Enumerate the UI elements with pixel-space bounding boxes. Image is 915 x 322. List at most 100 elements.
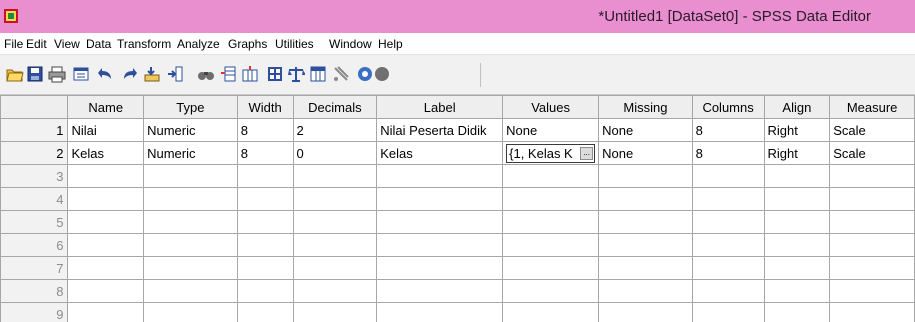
empty-cell[interactable] <box>691 279 765 303</box>
goto-case-icon[interactable] <box>143 65 161 83</box>
empty-cell[interactable] <box>502 187 600 211</box>
empty-cell[interactable] <box>292 302 378 322</box>
empty-cell[interactable] <box>143 302 238 322</box>
column-header-values[interactable]: Values <box>502 95 600 119</box>
empty-cell[interactable] <box>691 210 765 234</box>
cell-name[interactable]: Nilai <box>67 118 145 142</box>
column-header-measure[interactable]: Measure <box>829 95 915 119</box>
empty-cell[interactable] <box>763 164 831 188</box>
cell-decimals[interactable]: 2 <box>292 118 378 142</box>
open-icon[interactable] <box>6 65 24 83</box>
empty-cell[interactable] <box>691 233 765 257</box>
cell-columns[interactable]: 8 <box>691 118 765 142</box>
cell-measure[interactable]: Scale <box>829 141 915 165</box>
empty-cell[interactable] <box>829 233 915 257</box>
empty-cell[interactable] <box>502 233 600 257</box>
empty-cell[interactable] <box>143 210 238 234</box>
menu-transform[interactable]: Transform <box>117 37 171 51</box>
empty-cell[interactable] <box>67 302 145 322</box>
column-header-label[interactable]: Label <box>376 95 504 119</box>
empty-cell[interactable] <box>502 210 600 234</box>
spss-app-icon[interactable] <box>4 9 18 23</box>
empty-cell[interactable] <box>236 256 294 280</box>
empty-cell[interactable] <box>67 210 145 234</box>
empty-cell[interactable] <box>763 210 831 234</box>
show-all-icon[interactable] <box>373 65 391 83</box>
menu-utilities[interactable]: Utilities <box>275 37 314 51</box>
empty-cell[interactable] <box>292 210 378 234</box>
empty-cell[interactable] <box>691 256 765 280</box>
weight-cases-icon[interactable] <box>287 65 305 83</box>
cell-missing[interactable]: None <box>598 141 693 165</box>
empty-cell[interactable] <box>763 279 831 303</box>
empty-cell[interactable] <box>502 302 600 322</box>
column-header-missing[interactable]: Missing <box>598 95 693 119</box>
row-number[interactable]: 9 <box>0 302 69 322</box>
empty-cell[interactable] <box>829 210 915 234</box>
menu-file[interactable]: File <box>4 37 23 51</box>
row-number[interactable]: 8 <box>0 279 69 303</box>
cell-missing[interactable]: None <box>598 118 693 142</box>
empty-cell[interactable] <box>598 256 693 280</box>
empty-cell[interactable] <box>236 164 294 188</box>
row-number[interactable]: 3 <box>0 164 69 188</box>
empty-cell[interactable] <box>502 279 600 303</box>
insert-variable-icon[interactable] <box>241 65 259 83</box>
cell-align[interactable]: Right <box>763 141 831 165</box>
empty-cell[interactable] <box>143 256 238 280</box>
undo-icon[interactable] <box>97 65 115 83</box>
empty-cell[interactable] <box>143 187 238 211</box>
cell-width[interactable]: 8 <box>236 118 294 142</box>
empty-cell[interactable] <box>691 302 765 322</box>
empty-cell[interactable] <box>598 187 693 211</box>
values-edit-box[interactable]: {1, Kelas K ... <box>506 143 596 163</box>
empty-cell[interactable] <box>236 210 294 234</box>
column-header-decimals[interactable]: Decimals <box>292 95 378 119</box>
empty-cell[interactable] <box>376 164 504 188</box>
row-number[interactable]: 2 <box>0 141 69 165</box>
empty-cell[interactable] <box>292 187 378 211</box>
row-number[interactable]: 6 <box>0 233 69 257</box>
save-icon[interactable] <box>26 65 44 83</box>
redo-icon[interactable] <box>120 65 138 83</box>
cell-measure[interactable]: Scale <box>829 118 915 142</box>
empty-cell[interactable] <box>598 302 693 322</box>
empty-cell[interactable] <box>236 279 294 303</box>
empty-cell[interactable] <box>292 256 378 280</box>
find-icon[interactable] <box>197 65 215 83</box>
row-number[interactable]: 7 <box>0 256 69 280</box>
row-number[interactable]: 4 <box>0 187 69 211</box>
dialog-recall-icon[interactable] <box>72 65 90 83</box>
menu-edit[interactable]: Edit <box>26 37 47 51</box>
row-number[interactable]: 1 <box>0 118 69 142</box>
goto-variable-icon[interactable] <box>166 65 184 83</box>
cell-columns[interactable]: 8 <box>691 141 765 165</box>
empty-cell[interactable] <box>829 279 915 303</box>
empty-cell[interactable] <box>292 233 378 257</box>
select-cases-icon[interactable] <box>309 65 327 83</box>
empty-cell[interactable] <box>376 256 504 280</box>
column-header-type[interactable]: Type <box>143 95 238 119</box>
empty-cell[interactable] <box>376 233 504 257</box>
cell-type[interactable]: Numeric <box>143 118 238 142</box>
empty-cell[interactable] <box>67 233 145 257</box>
value-labels-icon[interactable] <box>332 65 350 83</box>
cell-name[interactable]: Kelas <box>67 141 145 165</box>
empty-cell[interactable] <box>376 210 504 234</box>
menu-help[interactable]: Help <box>378 37 403 51</box>
empty-cell[interactable] <box>376 302 504 322</box>
empty-cell[interactable] <box>598 164 693 188</box>
empty-cell[interactable] <box>829 256 915 280</box>
cell-align[interactable]: Right <box>763 118 831 142</box>
menu-analyze[interactable]: Analyze <box>177 37 220 51</box>
cell-values-editing[interactable]: {1, Kelas K ... <box>502 141 600 165</box>
corner-cell[interactable] <box>0 95 69 119</box>
empty-cell[interactable] <box>598 210 693 234</box>
menu-view[interactable]: View <box>54 37 80 51</box>
empty-cell[interactable] <box>236 302 294 322</box>
empty-cell[interactable] <box>829 187 915 211</box>
cell-values[interactable]: None <box>502 118 600 142</box>
menu-data[interactable]: Data <box>86 37 111 51</box>
column-header-columns[interactable]: Columns <box>691 95 765 119</box>
empty-cell[interactable] <box>502 256 600 280</box>
